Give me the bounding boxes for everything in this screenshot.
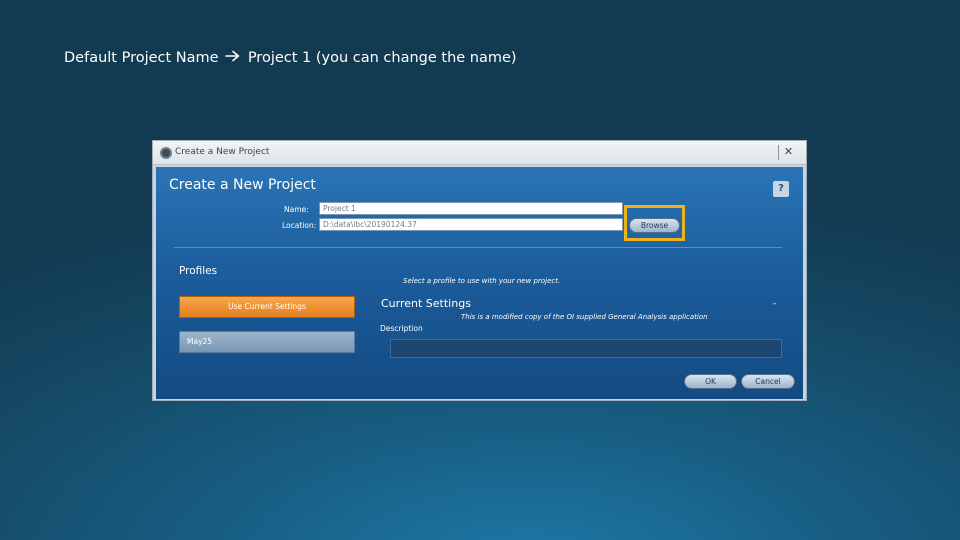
current-settings-description: This is a modified copy of the OI suppli… xyxy=(461,313,708,321)
current-settings-heading: Current Settings xyxy=(381,297,471,310)
ok-button[interactable]: OK xyxy=(684,374,737,389)
app-icon xyxy=(160,147,172,159)
profile-may25[interactable]: May25 xyxy=(179,331,355,353)
caption-right-text: Project 1 (you can change the name) xyxy=(247,50,517,66)
profile-use-current-settings[interactable]: Use Current Settings xyxy=(179,296,355,318)
select-profile-hint: Select a profile to use with your new pr… xyxy=(403,277,561,285)
window-title: Create a New Project xyxy=(175,147,270,157)
dialog-screenshot: Create a New Project ✕ Create a New Proj… xyxy=(152,140,807,401)
description-label: Description xyxy=(380,324,423,333)
create-project-dialog: Create a New Project ? Name: Project 1 L… xyxy=(156,167,803,399)
slide-caption: Default Project Name Project 1 (you can … xyxy=(64,50,517,66)
dialog-heading: Create a New Project xyxy=(169,177,316,193)
help-icon[interactable]: ? xyxy=(773,181,789,197)
profiles-heading: Profiles xyxy=(179,265,218,277)
right-arrow-icon xyxy=(225,50,241,66)
collapse-icon[interactable]: - xyxy=(773,299,776,309)
location-field[interactable]: D:\data\lbc\20190124.37 xyxy=(319,218,623,231)
close-icon[interactable]: ✕ xyxy=(778,145,798,160)
name-label: Name: xyxy=(284,205,309,214)
name-field[interactable]: Project 1 xyxy=(319,202,623,215)
window-titlebar: Create a New Project ✕ xyxy=(153,141,806,165)
caption-left-text: Default Project Name xyxy=(64,50,219,66)
section-divider xyxy=(174,247,782,248)
cancel-button[interactable]: Cancel xyxy=(741,374,795,389)
browse-button[interactable]: Browse xyxy=(629,218,680,233)
location-label: Location: xyxy=(282,221,317,230)
description-field[interactable] xyxy=(390,339,782,358)
